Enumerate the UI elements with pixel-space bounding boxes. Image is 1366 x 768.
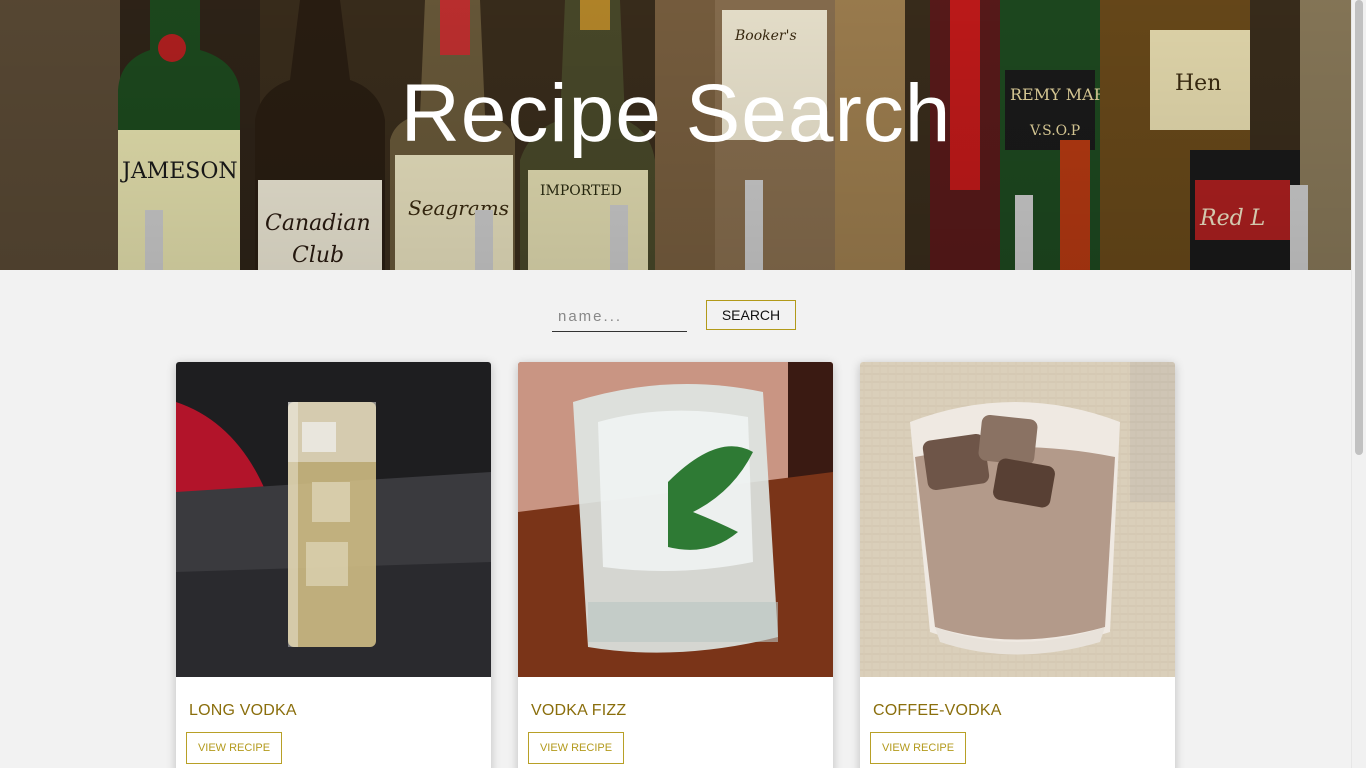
view-recipe-button[interactable]: VIEW RECIPE: [186, 732, 282, 764]
recipe-title: VODKA FIZZ: [531, 702, 627, 719]
recipe-title: COFFEE-VODKA: [873, 702, 1002, 719]
recipe-image: [860, 362, 1175, 677]
view-recipe-button[interactable]: VIEW RECIPE: [870, 732, 966, 764]
recipe-title: LONG VODKA: [189, 702, 297, 719]
recipe-card: COFFEE-VODKA VIEW RECIPE: [860, 362, 1175, 768]
search-bar: SEARCH: [0, 300, 1352, 334]
page: JAMESON Canadian Club Seagrams IMPORTED …: [0, 0, 1352, 768]
recipe-image: [518, 362, 833, 677]
search-button[interactable]: SEARCH: [706, 300, 796, 330]
recipe-card: VODKA FIZZ VIEW RECIPE: [518, 362, 833, 768]
view-recipe-button[interactable]: VIEW RECIPE: [528, 732, 624, 764]
search-input[interactable]: [552, 302, 687, 332]
hero-banner: JAMESON Canadian Club Seagrams IMPORTED …: [0, 0, 1352, 270]
scrollbar-thumb[interactable]: [1355, 0, 1363, 455]
page-title: Recipe Search: [400, 68, 952, 159]
recipe-card: LONG VODKA VIEW RECIPE: [176, 362, 491, 768]
vertical-scrollbar[interactable]: [1351, 0, 1366, 768]
recipe-image: [176, 362, 491, 677]
